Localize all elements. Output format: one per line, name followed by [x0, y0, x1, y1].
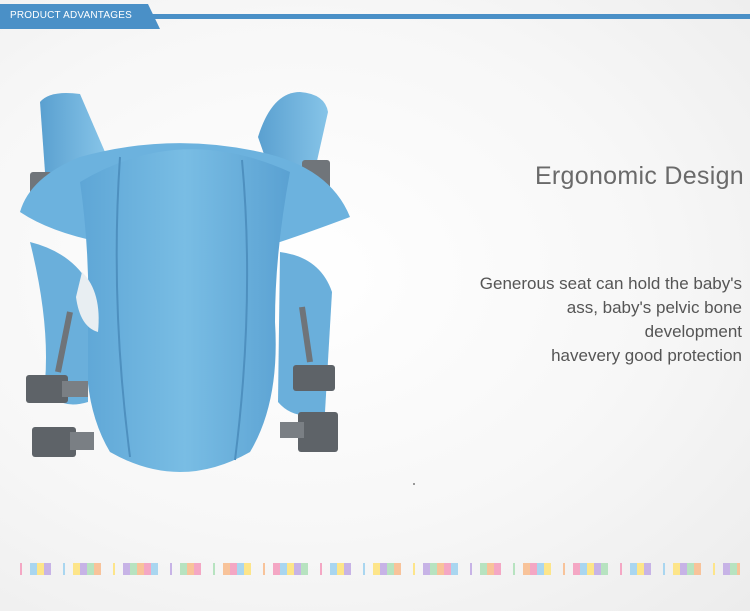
stripe-segment [194, 563, 201, 575]
stripe-segment [237, 563, 244, 575]
stripe-segment [494, 563, 501, 575]
left-buckle-upper [26, 375, 68, 403]
stripe-separator [713, 563, 715, 575]
description-line-3: development [644, 322, 742, 341]
stripe-segment [230, 563, 237, 575]
stripe-segment [294, 563, 301, 575]
right-buckle-upper [293, 365, 335, 391]
stripe-segment [151, 563, 158, 575]
feature-description: Generous seat can hold the baby's ass, b… [422, 272, 742, 368]
stripe-segment [487, 563, 494, 575]
stripe-segment [630, 563, 637, 575]
stripe-segment [80, 563, 87, 575]
stripe-separator [113, 563, 115, 575]
stripe-segment [430, 563, 437, 575]
stripe-segment [187, 563, 194, 575]
stripe-segment [130, 563, 137, 575]
stripe-segment [280, 563, 287, 575]
stripe-separator [170, 563, 172, 575]
stripe-segment [180, 563, 187, 575]
description-line-4: havevery good protection [551, 346, 742, 365]
stripe-segment [373, 563, 380, 575]
stripe-separator [413, 563, 415, 575]
stripe-segment [723, 563, 730, 575]
stripe-segment [344, 563, 351, 575]
stripe-segment [223, 563, 230, 575]
stripe-separator [513, 563, 515, 575]
stripe-segment [437, 563, 444, 575]
stripe-segment [694, 563, 701, 575]
stripe-segment [144, 563, 151, 575]
stripe-segment [244, 563, 251, 575]
stripe-separator [470, 563, 472, 575]
stripe-segment [573, 563, 580, 575]
stripe-segment [644, 563, 651, 575]
stripe-segment [530, 563, 537, 575]
stripe-segment [37, 563, 44, 575]
stripe-segment [687, 563, 694, 575]
stripe-separator [263, 563, 265, 575]
stripe-segment [444, 563, 451, 575]
stripe-separator [63, 563, 65, 575]
stripe-segment [730, 563, 737, 575]
feature-title: Ergonomic Design [534, 162, 744, 190]
stripe-segment [480, 563, 487, 575]
decorative-stripe-bar [20, 563, 740, 575]
stripe-segment [594, 563, 601, 575]
left-buckle-lower [32, 427, 76, 457]
stripe-separator [620, 563, 622, 575]
section-header: PRODUCT ADVANTAGES [0, 0, 750, 30]
stripe-segment [330, 563, 337, 575]
stripe-segment [587, 563, 594, 575]
baby-carrier-image [20, 92, 350, 472]
stripe-separator [213, 563, 215, 575]
decor-dot [413, 483, 415, 485]
stripe-segment [387, 563, 394, 575]
stripe-segment [544, 563, 551, 575]
stripe-segment [680, 563, 687, 575]
stripe-segment [94, 563, 101, 575]
stripe-separator [563, 563, 565, 575]
section-title: PRODUCT ADVANTAGES [10, 10, 132, 21]
stripe-segment [637, 563, 644, 575]
description-line-1: Generous seat can hold the baby's [479, 274, 742, 293]
stripe-segment [123, 563, 130, 575]
carrier-body [80, 149, 290, 472]
stripe-segment [523, 563, 530, 575]
stripe-segment [73, 563, 80, 575]
stripe-segment [380, 563, 387, 575]
stripe-segment [451, 563, 458, 575]
stripe-separator [363, 563, 365, 575]
stripe-segment [601, 563, 608, 575]
stripe-segment [137, 563, 144, 575]
stripe-segment [301, 563, 308, 575]
stripe-segment [273, 563, 280, 575]
stripe-segment [673, 563, 680, 575]
stripe-segment [737, 563, 740, 575]
stripe-segment [423, 563, 430, 575]
stripe-separator [663, 563, 665, 575]
stripe-segment [287, 563, 294, 575]
stripe-segment [30, 563, 37, 575]
stripe-segment [337, 563, 344, 575]
stripe-segment [87, 563, 94, 575]
description-line-2: ass, baby's pelvic bone [566, 298, 742, 317]
stripe-segment [44, 563, 51, 575]
stripe-separator [320, 563, 322, 575]
stripe-segment [394, 563, 401, 575]
stripe-separator [20, 563, 22, 575]
stripe-segment [580, 563, 587, 575]
stripe-segment [537, 563, 544, 575]
